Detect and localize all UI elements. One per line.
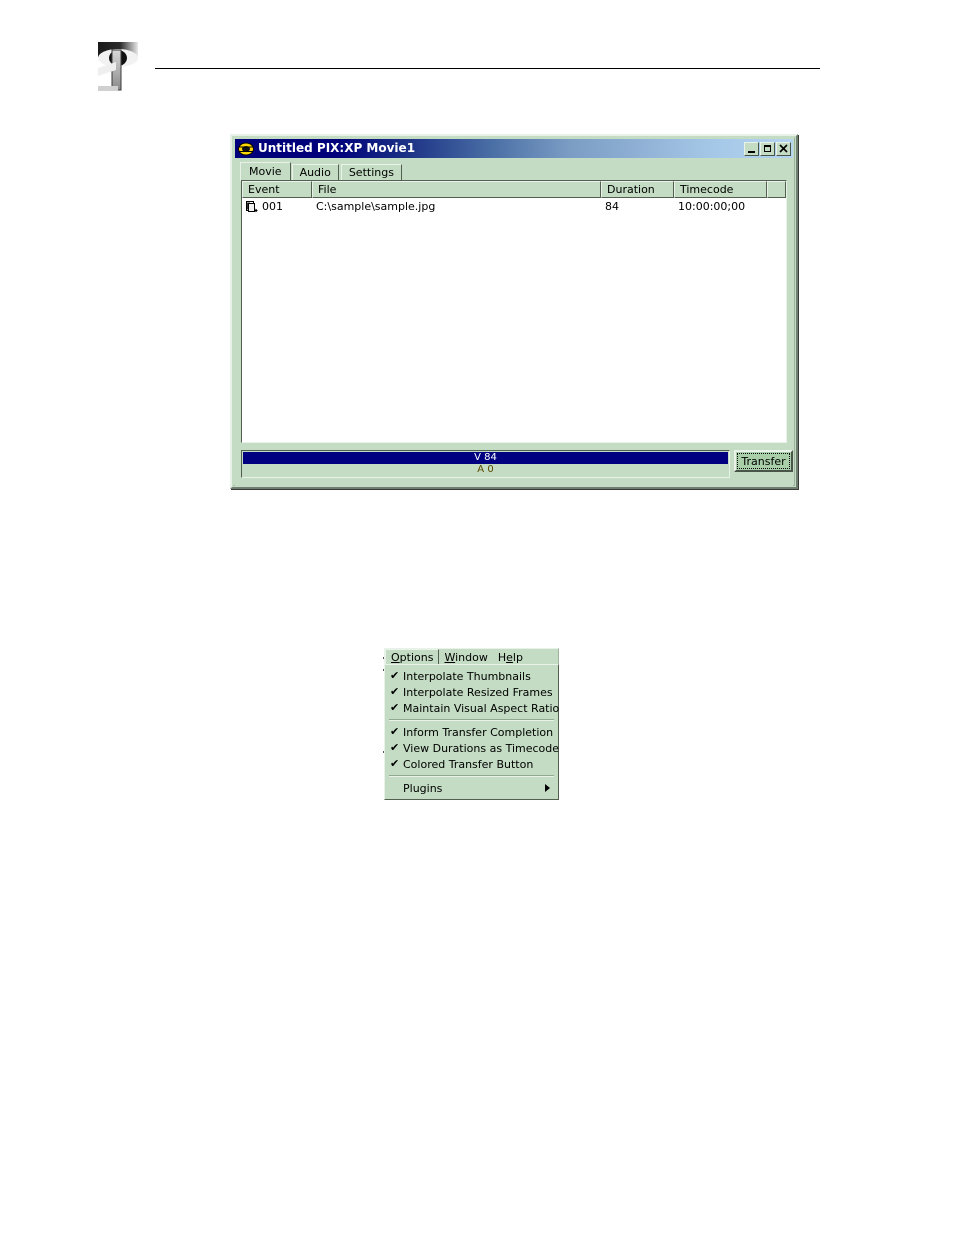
menu-item-interpolate-thumbnails[interactable]: ✔ Interpolate Thumbnails: [385, 668, 558, 684]
cell-duration: 84: [605, 200, 619, 213]
list-column-headers: Event File Duration Timecode: [242, 181, 786, 198]
menu-item-label: Inform Transfer Completion: [403, 725, 554, 739]
menu-bar-item-options[interactable]: Options: [385, 648, 440, 666]
column-header-spacer[interactable]: [767, 181, 786, 198]
table-row[interactable]: 001 C:\sample\sample.jpg 84 10:00:00;00: [242, 198, 786, 215]
menu-item-label: View Durations as Timecode: [403, 741, 560, 755]
check-icon: ✔: [390, 685, 400, 698]
cell-file: C:\sample\sample.jpg: [316, 200, 436, 213]
check-icon: ✔: [390, 725, 400, 738]
tab-settings[interactable]: Settings: [340, 164, 402, 181]
menu-bar: Options Window Help: [384, 648, 559, 666]
window-title-text: Untitled PIX:XP Movie1: [258, 141, 416, 155]
tab-movie[interactable]: Movie: [240, 162, 291, 181]
event-list[interactable]: Event File Duration Timecode 001 C:\samp…: [241, 180, 787, 443]
cell-timecode: 10:00:00;00: [678, 200, 746, 213]
close-button[interactable]: [776, 141, 791, 156]
tab-strip: Movie Audio Settings: [240, 162, 404, 181]
video-meter: V 84: [243, 452, 728, 464]
minimize-button[interactable]: [744, 141, 759, 156]
check-icon: ✔: [390, 757, 400, 770]
clip-icon: [246, 200, 258, 213]
menu-bar-item-window-accel: W: [444, 650, 456, 664]
menu-bar-item-help-label-pre: H: [497, 650, 507, 664]
column-header-timecode[interactable]: Timecode: [674, 181, 767, 198]
menu-bar-item-window-label: indow: [455, 650, 488, 664]
audio-meter: A 0: [243, 464, 728, 476]
maximize-button[interactable]: [760, 141, 775, 156]
transfer-button[interactable]: Transfer: [734, 450, 793, 472]
menu-item-colored-transfer-button[interactable]: ✔ Colored Transfer Button: [385, 756, 558, 772]
check-icon: ✔: [390, 669, 400, 682]
tab-movie-label: Movie: [249, 165, 282, 178]
focus-ring: [737, 453, 790, 469]
tab-audio-label: Audio: [299, 166, 331, 179]
window-title-bar[interactable]: Untitled PIX:XP Movie1: [235, 139, 793, 158]
window-client-area: Movie Audio Settings Event File Duration…: [235, 160, 793, 486]
menu-separator: [389, 775, 554, 777]
menu-item-label: Interpolate Thumbnails: [403, 669, 531, 683]
menu-bar-item-options-accel: O: [391, 650, 400, 664]
window-control-buttons: [743, 141, 791, 156]
menu-item-label: Colored Transfer Button: [403, 757, 534, 771]
menu-bar-item-help[interactable]: Help: [493, 650, 528, 665]
menu-bar-item-window[interactable]: Window: [439, 650, 492, 665]
tab-settings-label: Settings: [348, 166, 394, 179]
menu-bar-item-options-label: ptions: [399, 650, 434, 664]
menu-bar-item-help-accel: e: [506, 650, 513, 664]
menu-separator: [389, 719, 554, 721]
transfer-meter-panel: V 84 A 0: [241, 450, 730, 478]
cell-event-text: 001: [262, 200, 283, 213]
column-header-event[interactable]: Event: [242, 181, 312, 198]
list-rows: 001 C:\sample\sample.jpg 84 10:00:00;00: [242, 198, 786, 442]
menu-item-label: Maintain Visual Aspect Ratio: [403, 701, 560, 715]
menu-item-label: Interpolate Resized Frames: [403, 685, 553, 699]
chevron-right-icon: [545, 784, 550, 792]
menu-item-view-durations-as-timecode[interactable]: ✔ View Durations as Timecode: [385, 740, 560, 756]
options-dropdown-menu: ✔ Interpolate Thumbnails ✔ Interpolate R…: [384, 664, 559, 800]
menu-item-plugins[interactable]: Plugins: [385, 780, 558, 796]
pix-xp-application-window: Untitled PIX:XP Movie1 Movie Audio Setti…: [230, 134, 798, 489]
disc-icon: [238, 142, 254, 156]
grass-valley-logo-icon: [96, 38, 140, 92]
cell-event: 001: [242, 200, 312, 213]
menu-item-label: Plugins: [403, 781, 443, 795]
check-icon: ✔: [390, 741, 400, 754]
page-header: [0, 0, 954, 110]
column-header-file[interactable]: File: [312, 181, 601, 198]
menu-item-interpolate-resized-frames[interactable]: ✔ Interpolate Resized Frames: [385, 684, 558, 700]
tab-audio[interactable]: Audio: [291, 164, 339, 181]
menu-bar-item-help-label-post: lp: [512, 650, 523, 664]
menu-item-maintain-visual-aspect-ratio[interactable]: ✔ Maintain Visual Aspect Ratio: [385, 700, 560, 716]
header-divider: [155, 68, 820, 69]
check-icon: ✔: [390, 701, 400, 714]
options-menu-widget: Options Window Help ✔ Interpolate Thumbn…: [384, 648, 559, 808]
column-header-duration[interactable]: Duration: [601, 181, 674, 198]
menu-item-inform-transfer-completion[interactable]: ✔ Inform Transfer Completion: [385, 724, 558, 740]
